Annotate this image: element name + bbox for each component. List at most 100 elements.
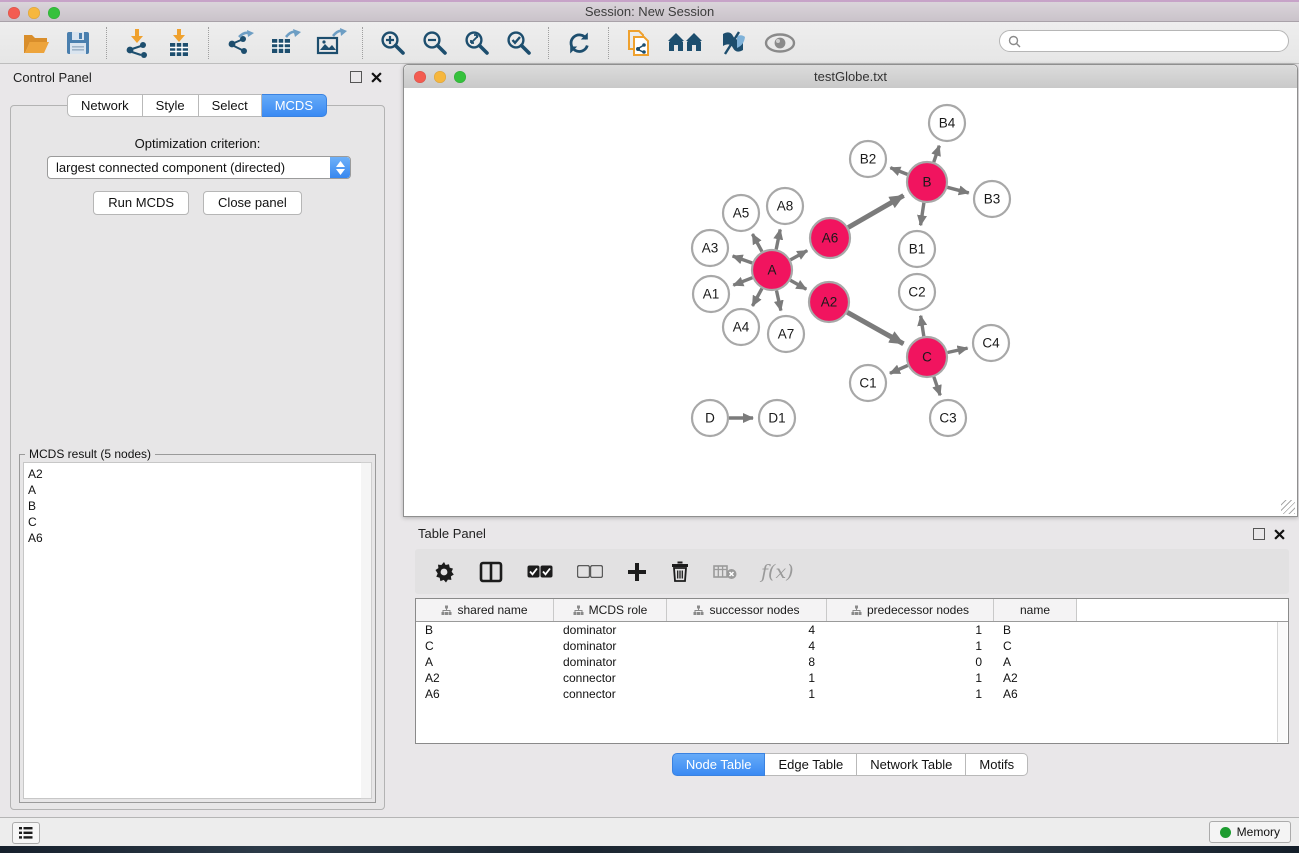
column-header-successor-nodes[interactable]: successor nodes <box>667 599 827 621</box>
zoom-selected-icon[interactable] <box>498 26 540 60</box>
tab-motifs[interactable]: Motifs <box>966 753 1028 776</box>
result-item[interactable]: C <box>28 514 361 530</box>
network-graph[interactable]: B4B2BB3A8A5A6A3B1AC2A1A2A4A7C4CC1C3DD1 <box>404 88 1297 516</box>
table-cell[interactable]: 1 <box>667 671 827 685</box>
table-row[interactable]: Cdominator41C <box>416 638 1288 654</box>
tab-mcds[interactable]: MCDS <box>262 94 327 117</box>
export-table-icon[interactable] <box>262 26 308 60</box>
show-hide-icon[interactable] <box>756 26 804 60</box>
table-row[interactable]: A2connector11A2 <box>416 670 1288 686</box>
table-row[interactable]: Bdominator41B <box>416 622 1288 638</box>
refresh-icon[interactable] <box>558 26 600 60</box>
edge-B-B1[interactable] <box>921 203 924 225</box>
result-item[interactable]: A2 <box>28 466 361 482</box>
edge-B-B4[interactable] <box>934 146 940 162</box>
edge-B-B3[interactable] <box>947 187 968 193</box>
edge-B-B2[interactable] <box>890 168 907 175</box>
table-cell[interactable]: 1 <box>827 623 994 637</box>
tab-network[interactable]: Network <box>67 94 143 117</box>
table-row[interactable]: A6connector11A6 <box>416 686 1288 702</box>
edge-C-C4[interactable] <box>948 348 968 352</box>
result-item[interactable]: B <box>28 498 361 514</box>
close-panel-icon[interactable] <box>371 72 382 83</box>
delete-column-icon[interactable] <box>671 561 689 582</box>
table-cell[interactable]: A6 <box>994 687 1077 701</box>
table-row[interactable]: Adominator80A <box>416 654 1288 670</box>
edge-A-A7[interactable] <box>776 291 780 311</box>
close-panel-button[interactable]: Close panel <box>203 191 302 215</box>
table-cell[interactable]: connector <box>554 671 667 685</box>
function-builder-icon[interactable]: f(x) <box>761 561 794 583</box>
edge-A-A3[interactable] <box>733 256 753 263</box>
table-cell[interactable]: dominator <box>554 639 667 653</box>
table-cell[interactable]: A <box>416 655 554 669</box>
zoom-fit-icon[interactable] <box>456 26 498 60</box>
delete-table-icon[interactable] <box>713 564 737 580</box>
memory-button[interactable]: Memory <box>1209 821 1291 843</box>
add-column-icon[interactable] <box>627 562 647 582</box>
import-network-icon[interactable] <box>116 26 158 60</box>
zoom-out-icon[interactable] <box>414 26 456 60</box>
table-cell[interactable]: 1 <box>827 639 994 653</box>
show-columns-icon[interactable] <box>479 561 503 583</box>
network-window-titlebar[interactable]: testGlobe.txt <box>404 65 1297 89</box>
open-file-icon[interactable] <box>14 26 58 60</box>
edge-A-A2[interactable] <box>790 280 806 289</box>
result-item[interactable]: A <box>28 482 361 498</box>
export-image-icon[interactable] <box>308 26 354 60</box>
edge-A-A8[interactable] <box>776 230 780 250</box>
table-cell[interactable]: 0 <box>827 655 994 669</box>
resize-grip[interactable] <box>1281 500 1295 514</box>
home-layout-icon[interactable] <box>660 26 710 60</box>
graphics-details-icon[interactable] <box>710 26 756 60</box>
column-header-shared-name[interactable]: shared name <box>416 599 554 621</box>
table-cell[interactable]: C <box>416 639 554 653</box>
save-icon[interactable] <box>58 26 98 60</box>
table-cell[interactable]: B <box>994 623 1077 637</box>
table-cell[interactable]: A2 <box>416 671 554 685</box>
table-cell[interactable]: 1 <box>827 671 994 685</box>
table-cell[interactable]: A <box>994 655 1077 669</box>
network-canvas[interactable]: B4B2BB3A8A5A6A3B1AC2A1A2A4A7C4CC1C3DD1 <box>404 88 1297 516</box>
table-scrollbar[interactable] <box>1277 622 1287 742</box>
table-cell[interactable]: 4 <box>667 623 827 637</box>
result-scrollbar[interactable] <box>361 462 372 799</box>
edge-A-A1[interactable] <box>733 278 752 286</box>
search-input[interactable] <box>1026 33 1288 49</box>
table-cell[interactable]: connector <box>554 687 667 701</box>
run-mcds-button[interactable]: Run MCDS <box>93 191 189 215</box>
deselect-all-checks-icon[interactable] <box>577 565 603 578</box>
table-cell[interactable]: dominator <box>554 655 667 669</box>
table-cell[interactable]: A2 <box>994 671 1077 685</box>
edge-A-A4[interactable] <box>752 288 762 305</box>
export-network-icon[interactable] <box>218 26 262 60</box>
table-cell[interactable]: 4 <box>667 639 827 653</box>
table-cell[interactable]: A6 <box>416 687 554 701</box>
float-panel-icon[interactable] <box>350 71 362 83</box>
edge-A2-C[interactable] <box>847 312 903 344</box>
criterion-select[interactable]: largest connected component (directed) <box>47 156 351 179</box>
zoom-in-icon[interactable] <box>372 26 414 60</box>
edge-A-A6[interactable] <box>790 251 807 260</box>
table-cell[interactable]: 1 <box>827 687 994 701</box>
table-options-icon[interactable] <box>433 561 455 583</box>
edge-C-C1[interactable] <box>890 365 908 373</box>
tab-network-table[interactable]: Network Table <box>857 753 966 776</box>
table-cell[interactable]: C <box>994 639 1077 653</box>
table-cell[interactable]: dominator <box>554 623 667 637</box>
table-cell[interactable]: 8 <box>667 655 827 669</box>
tab-node-table[interactable]: Node Table <box>672 753 766 776</box>
select-all-checks-icon[interactable] <box>527 565 553 578</box>
column-header-predecessor-nodes[interactable]: predecessor nodes <box>827 599 994 621</box>
tab-edge-table[interactable]: Edge Table <box>765 753 857 776</box>
task-history-button[interactable] <box>12 822 40 844</box>
copy-network-icon[interactable] <box>618 26 660 60</box>
float-table-panel-icon[interactable] <box>1253 528 1265 540</box>
column-header-mcds-role[interactable]: MCDS role <box>554 599 667 621</box>
close-table-panel-icon[interactable] <box>1274 529 1285 540</box>
tab-select[interactable]: Select <box>199 94 262 117</box>
result-item[interactable]: A6 <box>28 530 361 546</box>
column-header-name[interactable]: name <box>994 599 1077 621</box>
table-cell[interactable]: B <box>416 623 554 637</box>
node-table[interactable]: shared nameMCDS rolesuccessor nodesprede… <box>415 598 1289 744</box>
